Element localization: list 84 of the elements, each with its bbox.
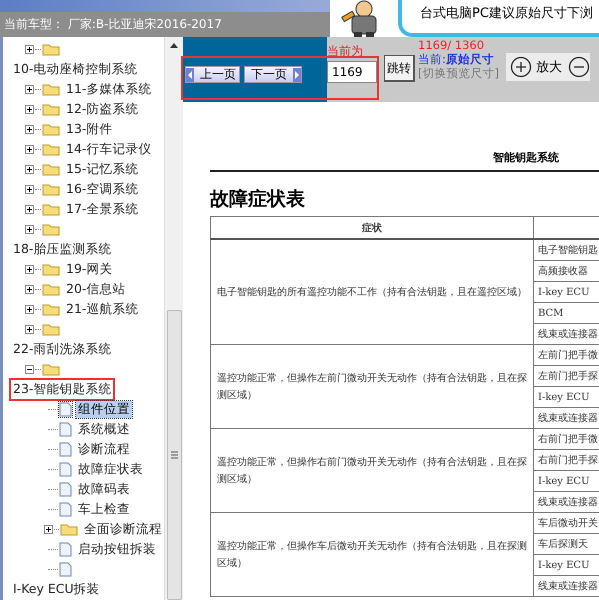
expand-icon[interactable] xyxy=(25,104,34,114)
tree-item[interactable]: 19-网关 xyxy=(64,260,114,278)
car-model-label: 当前车型： 厂家:B-比亚迪宋2016-2017 xyxy=(3,16,222,33)
jump-button[interactable]: 跳转 xyxy=(384,55,415,82)
tree-item[interactable]: 启动按钮拆装 xyxy=(76,540,158,558)
expand-icon[interactable] xyxy=(25,264,34,274)
zoom-out-icon[interactable] xyxy=(568,56,590,78)
folder-icon xyxy=(60,522,78,536)
expand-icon[interactable] xyxy=(25,284,34,294)
table-cell: 电子智能钥匙的所有遥控功能不工作（持有合法钥匙，且在遥控区域） xyxy=(210,239,534,344)
column-header: 症状 xyxy=(210,216,534,239)
folder-icon xyxy=(42,142,60,156)
tree-item[interactable]: 故障码表 xyxy=(76,480,132,498)
folder-icon xyxy=(42,102,60,116)
expand-icon[interactable] xyxy=(25,324,34,334)
tree-item[interactable]: 21-巡航系统 xyxy=(64,300,140,318)
folder-icon xyxy=(42,202,60,216)
page-icon xyxy=(59,422,72,436)
tree-item[interactable]: 11-多媒体系统 xyxy=(64,80,154,98)
collapse-icon[interactable] xyxy=(25,364,34,374)
tree-item[interactable]: 组件位置 xyxy=(76,400,132,418)
expand-icon[interactable] xyxy=(25,304,34,314)
folder-icon xyxy=(42,362,60,376)
tree-item[interactable]: 14-行车记录仪 xyxy=(64,140,154,158)
expand-icon[interactable] xyxy=(25,204,34,214)
scrollbar[interactable] xyxy=(164,37,183,600)
scroll-up-icon[interactable] xyxy=(170,43,178,48)
next-page-button[interactable]: 下一页 xyxy=(244,66,302,83)
tree-heading[interactable]: 10-电动座椅控制系统 xyxy=(9,58,142,80)
folder-icon xyxy=(42,262,60,276)
folder-icon xyxy=(42,222,60,236)
tree-heading[interactable]: 22-雨刮洗涤系统 xyxy=(9,338,116,360)
banner-text: 台式电脑PC建议原始尺寸下浏 xyxy=(420,6,593,21)
table-cell: 遥控功能正常，但操作左前门微动开关无动作（持有合法钥匙，且在探测区域） xyxy=(210,344,534,428)
tree-item[interactable]: 全面诊断流程 xyxy=(82,520,164,538)
page-icon xyxy=(59,442,72,456)
tree-item[interactable]: 12-防盗系统 xyxy=(64,100,140,118)
expand-icon[interactable] xyxy=(25,84,34,94)
folder-icon xyxy=(42,82,60,96)
zoom-in-icon xyxy=(510,56,532,78)
page-number-field[interactable]: 1169 xyxy=(327,61,377,83)
page-icon xyxy=(59,482,72,496)
tree-item[interactable]: 系统概述 xyxy=(76,420,132,438)
previous-page-button[interactable]: 上一页 xyxy=(185,66,240,83)
tree-heading[interactable]: 23-智能钥匙系统 xyxy=(9,378,116,400)
view-mode-label: 当前:原始尺寸 xyxy=(418,52,495,66)
tree-item[interactable]: 车上检查 xyxy=(76,500,132,518)
page-icon xyxy=(59,502,72,516)
tree-item[interactable]: 20-信息站 xyxy=(64,280,128,298)
scroll-thumb[interactable] xyxy=(166,310,182,600)
page-icon xyxy=(59,462,72,476)
folder-icon xyxy=(42,302,60,316)
grip-icon xyxy=(170,451,178,459)
table-cell: 遥控功能正常，但操作车后微动开关无动作（持有合法钥匙，且在探测区域） xyxy=(210,512,534,596)
tree-item[interactable]: 诊断流程 xyxy=(76,440,132,458)
expand-icon[interactable] xyxy=(25,224,34,234)
arrow-right-icon xyxy=(293,68,301,82)
expand-icon[interactable] xyxy=(25,144,34,154)
expand-icon[interactable] xyxy=(25,124,34,134)
expand-icon[interactable] xyxy=(44,524,53,534)
folder-icon xyxy=(42,282,60,296)
expand-icon[interactable] xyxy=(25,184,34,194)
table-cell: 遥控功能正常，但操作右前门微动开关无动作（持有合法钥匙，且在探测区域） xyxy=(210,428,534,512)
folder-icon xyxy=(42,162,60,176)
arrow-left-icon xyxy=(186,68,194,82)
folder-icon xyxy=(42,182,60,196)
tree-item[interactable]: 16-空调系统 xyxy=(64,180,140,198)
folder-icon xyxy=(42,322,60,336)
running-head: 智能钥匙系统 xyxy=(492,150,560,165)
folder-icon xyxy=(42,42,60,56)
tree-item[interactable]: 13-附件 xyxy=(64,120,114,138)
expand-icon[interactable] xyxy=(25,164,34,174)
tree-heading[interactable]: 18-胎压监测系统 xyxy=(9,238,116,260)
folder-icon xyxy=(42,122,60,136)
document-title: 故障症状表 xyxy=(210,187,306,212)
tree-item[interactable]: 15-记忆系统 xyxy=(64,160,140,178)
page-count: 1169/ 1360 xyxy=(418,38,486,52)
page-icon xyxy=(59,402,72,416)
page-icon xyxy=(59,542,72,556)
current-page-label: 当前为 xyxy=(327,43,364,60)
expand-icon[interactable] xyxy=(25,44,34,54)
tree-heading[interactable]: I-Key ECU拆装 xyxy=(9,578,104,600)
tree-item[interactable]: 17-全景系统 xyxy=(64,200,140,218)
tree-item[interactable]: 故障症状表 xyxy=(76,460,145,478)
